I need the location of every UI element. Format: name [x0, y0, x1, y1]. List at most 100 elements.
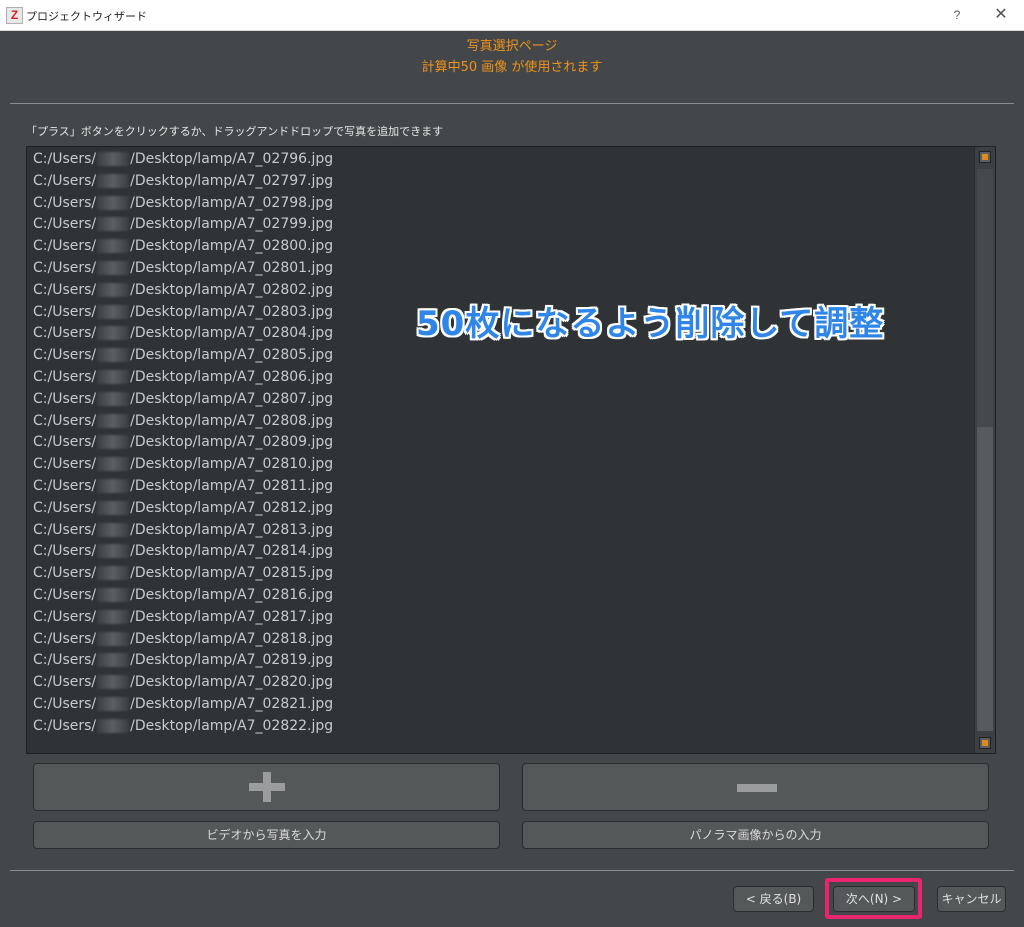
redacted-username — [97, 435, 130, 450]
file-list-item[interactable]: C:/Users/ /Desktop/lamp/A7_02809.jpg — [33, 432, 333, 454]
file-name: A7_02819.jpg — [237, 652, 334, 669]
file-list-item[interactable]: C:/Users/ /Desktop/lamp/A7_02820.jpg — [33, 672, 333, 694]
file-name: A7_02820.jpg — [237, 674, 334, 691]
file-name: A7_02799.jpg — [237, 216, 334, 233]
title-bar: Z プロジェクトウィザード ? ✕ — [0, 0, 1024, 31]
file-path-folder: /Desktop/lamp/ — [130, 303, 238, 320]
redacted-username — [97, 718, 130, 733]
file-path-prefix: C:/Users/ — [33, 151, 97, 167]
file-path-prefix: C:/Users/ — [33, 521, 97, 538]
redacted-username — [97, 696, 130, 711]
annotation-overlay-text: 50枚になるよう削除して調整 — [416, 304, 885, 344]
remove-photo-button[interactable] — [522, 763, 989, 811]
file-list-item[interactable]: C:/Users/ /Desktop/lamp/A7_02814.jpg — [33, 541, 333, 563]
file-path-folder: /Desktop/lamp/ — [130, 717, 238, 734]
file-list-item[interactable]: C:/Users/ /Desktop/lamp/A7_02804.jpg — [33, 323, 333, 345]
file-list-item[interactable]: C:/Users/ /Desktop/lamp/A7_02821.jpg — [33, 694, 333, 716]
redacted-username — [97, 653, 130, 668]
file-path-folder: /Desktop/lamp/ — [130, 499, 238, 516]
file-list-item[interactable]: C:/Users/ /Desktop/lamp/A7_02822.jpg — [33, 716, 333, 738]
photo-file-list[interactable]: C:/Users//Desktop/lamp/A7_02796.jpg C:/Us… — [26, 146, 996, 754]
file-list-item[interactable]: C:/Users/ /Desktop/lamp/A7_02806.jpg — [33, 367, 333, 389]
scroll-track[interactable] — [977, 169, 993, 731]
file-list-item[interactable]: C:/Users/ /Desktop/lamp/A7_02810.jpg — [33, 454, 333, 476]
file-path-prefix: C:/Users/ — [33, 630, 97, 647]
file-list-item[interactable]: C:/Users/ /Desktop/lamp/A7_02797.jpg — [33, 171, 333, 193]
wizard-header: 写真選択ページ 計算中50 画像 が使用されます — [0, 38, 1024, 77]
file-list-item[interactable]: C:/Users/ /Desktop/lamp/A7_02812.jpg — [33, 498, 333, 520]
redacted-username — [97, 413, 130, 428]
redacted-username — [97, 326, 130, 341]
file-name: A7_02821.jpg — [237, 695, 334, 712]
file-name: A7_02804.jpg — [237, 325, 334, 342]
file-list-item[interactable]: C:/Users/ /Desktop/lamp/A7_02816.jpg — [33, 585, 333, 607]
file-list-item[interactable]: C:/Users/ /Desktop/lamp/A7_02799.jpg — [33, 214, 333, 236]
file-path-folder: /Desktop/lamp/ — [130, 565, 238, 582]
file-path-folder: /Desktop/lamp/ — [130, 652, 238, 669]
file-name: A7_02803.jpg — [237, 303, 334, 320]
file-path-folder: /Desktop/lamp/ — [130, 630, 238, 647]
file-name: A7_02810.jpg — [237, 456, 334, 473]
next-button[interactable]: 次へ(N) > — [833, 886, 915, 912]
file-path-folder: /Desktop/lamp/ — [130, 325, 238, 342]
file-name: A7_02798.jpg — [237, 194, 334, 211]
file-list-item[interactable]: C:/Users/ /Desktop/lamp/A7_02803.jpg — [33, 302, 333, 324]
redacted-username — [97, 631, 130, 646]
file-list-item[interactable]: C:/Users/ /Desktop/lamp/A7_02815.jpg — [33, 563, 333, 585]
file-name: A7_02800.jpg — [237, 238, 334, 255]
file-name: A7_02822.jpg — [237, 717, 334, 734]
file-list-item[interactable]: C:/Users/ /Desktop/lamp/A7_02800.jpg — [33, 236, 333, 258]
file-list-item[interactable]: C:/Users/ /Desktop/lamp/A7_02802.jpg — [33, 280, 333, 302]
close-button[interactable]: ✕ — [992, 6, 1010, 24]
file-path-prefix: C:/Users/ — [33, 368, 97, 385]
minus-icon — [737, 784, 777, 792]
file-path-folder: /Desktop/lamp/ — [130, 608, 238, 625]
file-path-prefix: C:/Users/ — [33, 172, 97, 189]
file-list-item[interactable]: C:/Users/ /Desktop/lamp/A7_02807.jpg — [33, 389, 333, 411]
back-button[interactable]: < 戻る(B) — [733, 886, 814, 912]
file-path-prefix: C:/Users/ — [33, 281, 97, 298]
help-button[interactable]: ? — [948, 6, 966, 24]
file-list-item[interactable]: C:/Users/ /Desktop/lamp/A7_02808.jpg — [33, 411, 333, 433]
file-name: A7_02805.jpg — [237, 347, 334, 364]
file-list-item[interactable]: C:/Users/ /Desktop/lamp/A7_02818.jpg — [33, 629, 333, 651]
file-path-prefix: C:/Users/ — [33, 412, 97, 429]
file-list-item[interactable]: C:/Users/ /Desktop/lamp/A7_02813.jpg — [33, 520, 333, 542]
file-list-item[interactable]: C:/Users/ /Desktop/lamp/A7_02796.jpg — [33, 149, 333, 171]
scroll-down-button[interactable] — [979, 737, 991, 749]
file-path-folder: /Desktop/lamp/ — [130, 259, 238, 276]
file-path-prefix: C:/Users/ — [33, 674, 97, 691]
redacted-username — [97, 675, 130, 690]
file-name: A7_02797.jpg — [237, 172, 334, 189]
vertical-scrollbar[interactable] — [974, 147, 995, 753]
video-input-button[interactable]: ビデオから写真を入力 — [33, 821, 500, 849]
file-path-folder: /Desktop/lamp/ — [130, 368, 238, 385]
redacted-username — [97, 587, 130, 602]
file-path-prefix: C:/Users/ — [33, 238, 97, 255]
scroll-up-button[interactable] — [979, 151, 991, 163]
file-name: A7_02801.jpg — [237, 259, 334, 276]
file-name: A7_02812.jpg — [237, 499, 334, 516]
file-path-folder: /Desktop/lamp/ — [130, 456, 238, 473]
file-path-folder: /Desktop/lamp/ — [130, 194, 238, 211]
file-path-folder: /Desktop/lamp/ — [130, 390, 238, 407]
file-list-item[interactable]: C:/Users/ /Desktop/lamp/A7_02811.jpg — [33, 476, 333, 498]
file-name: A7_02817.jpg — [237, 608, 334, 625]
file-list-item[interactable]: C:/Users/ /Desktop/lamp/A7_02819.jpg — [33, 650, 333, 672]
redacted-username — [97, 566, 130, 581]
panorama-input-button[interactable]: パノラマ画像からの入力 — [522, 821, 989, 849]
redacted-username — [97, 152, 130, 166]
cancel-button[interactable]: キャンセル — [937, 886, 1006, 912]
add-photo-button[interactable] — [33, 763, 500, 811]
file-list-item[interactable]: C:/Users/ /Desktop/lamp/A7_02817.jpg — [33, 607, 333, 629]
file-list-item[interactable]: C:/Users/ /Desktop/lamp/A7_02798.jpg — [33, 193, 333, 215]
redacted-username — [97, 195, 130, 210]
scroll-thumb[interactable] — [977, 427, 993, 731]
file-path-prefix: C:/Users/ — [33, 347, 97, 364]
redacted-username — [97, 609, 130, 624]
file-list-item[interactable]: C:/Users/ /Desktop/lamp/A7_02805.jpg — [33, 345, 333, 367]
redacted-username — [97, 369, 130, 384]
file-list-item[interactable]: C:/Users/ /Desktop/lamp/A7_02801.jpg — [33, 258, 333, 280]
page-title: 写真選択ページ — [466, 39, 558, 54]
file-path-folder: /Desktop/lamp/ — [130, 434, 238, 451]
